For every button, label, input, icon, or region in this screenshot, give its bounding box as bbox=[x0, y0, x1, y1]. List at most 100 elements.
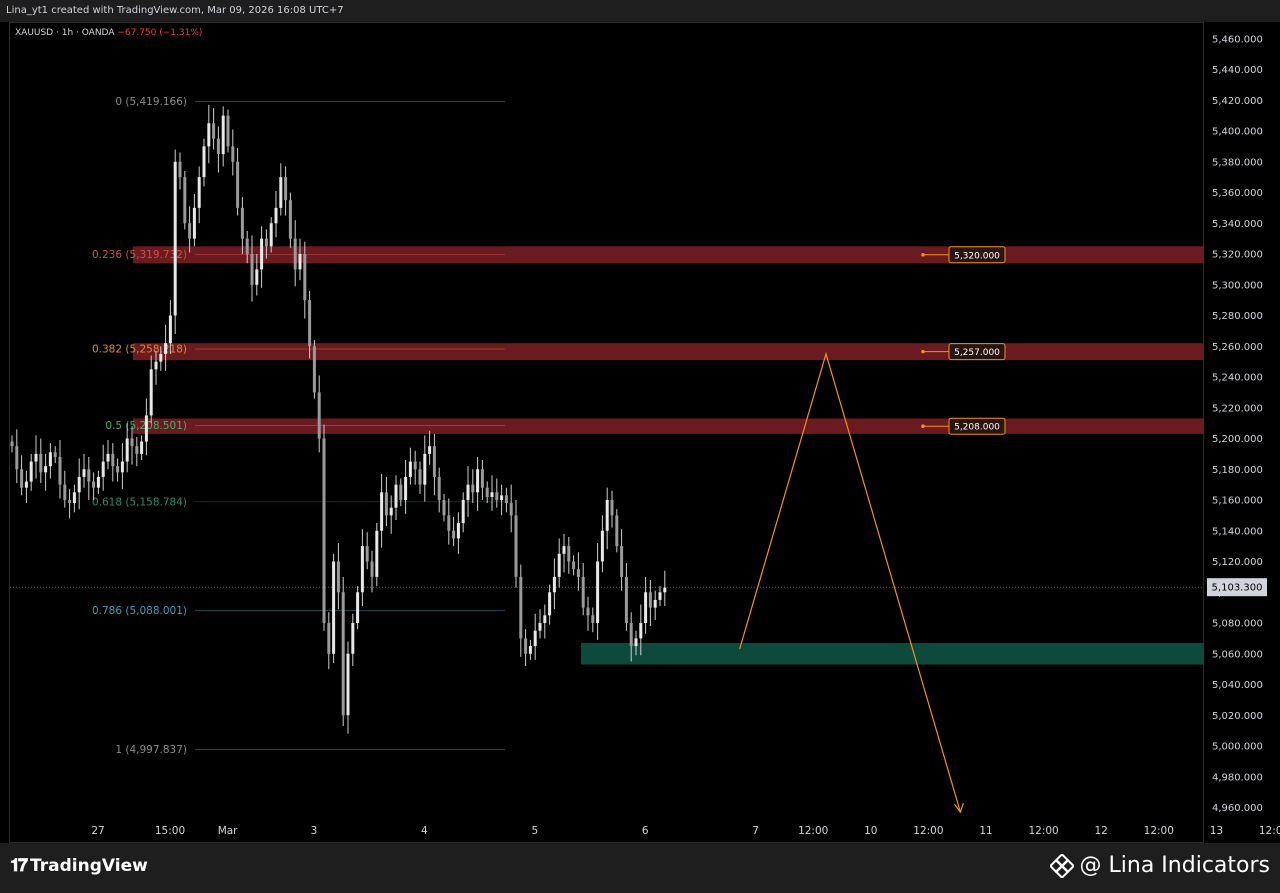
candle-body[interactable] bbox=[351, 623, 355, 654]
candle-body[interactable] bbox=[476, 469, 480, 493]
candle-body[interactable] bbox=[437, 476, 441, 500]
candle-body[interactable] bbox=[96, 476, 100, 488]
candle-body[interactable] bbox=[298, 254, 302, 270]
candle-body[interactable] bbox=[192, 207, 196, 239]
candle-body[interactable] bbox=[216, 138, 220, 155]
candlestick-chart[interactable]: 5,320.000 5,257.000 5,208.000 0 (5,419.166… bbox=[0, 0, 1280, 843]
candle-body[interactable] bbox=[471, 484, 475, 493]
candle-body[interactable] bbox=[58, 456, 62, 485]
candle-body[interactable] bbox=[116, 466, 120, 473]
candle-body[interactable] bbox=[111, 453, 115, 467]
candle-body[interactable] bbox=[77, 476, 81, 493]
tradingview-logo[interactable]: 𝟏𝟕 TradingView bbox=[10, 855, 148, 876]
candle-body[interactable] bbox=[500, 495, 504, 500]
candle-body[interactable] bbox=[240, 207, 244, 239]
candle-body[interactable] bbox=[447, 515, 451, 531]
candle-body[interactable] bbox=[600, 530, 604, 562]
candle-body[interactable] bbox=[639, 623, 643, 639]
candle-body[interactable] bbox=[260, 238, 264, 270]
candle-body[interactable] bbox=[432, 446, 436, 477]
candle-body[interactable] bbox=[456, 523, 460, 539]
candle-body[interactable] bbox=[480, 469, 484, 488]
candle-body[interactable] bbox=[144, 415, 148, 442]
candle-body[interactable] bbox=[34, 453, 38, 462]
candle-body[interactable] bbox=[308, 300, 312, 347]
candle-body[interactable] bbox=[332, 561, 336, 654]
candle-body[interactable] bbox=[303, 254, 307, 301]
candle-body[interactable] bbox=[461, 500, 465, 524]
candle-body[interactable] bbox=[317, 392, 321, 439]
candle-body[interactable] bbox=[524, 638, 528, 654]
candle-body[interactable] bbox=[576, 569, 580, 577]
candle-body[interactable] bbox=[120, 461, 124, 473]
candle-body[interactable] bbox=[15, 446, 19, 470]
candle-body[interactable] bbox=[44, 466, 48, 473]
candle-body[interactable] bbox=[130, 438, 134, 447]
candle-body[interactable] bbox=[24, 481, 28, 488]
candle-body[interactable] bbox=[562, 546, 566, 554]
candle-body[interactable] bbox=[567, 546, 571, 562]
candle-body[interactable] bbox=[495, 492, 499, 500]
candle-body[interactable] bbox=[572, 561, 576, 570]
resistance-zone[interactable] bbox=[133, 418, 1204, 434]
candle-body[interactable] bbox=[384, 492, 388, 516]
candle-body[interactable] bbox=[346, 653, 350, 716]
candle-body[interactable] bbox=[173, 161, 177, 316]
candle-body[interactable] bbox=[543, 615, 547, 623]
resistance-zone[interactable] bbox=[133, 246, 1204, 264]
candle-body[interactable] bbox=[29, 461, 33, 482]
candle-body[interactable] bbox=[197, 177, 201, 208]
candle-body[interactable] bbox=[274, 207, 278, 224]
candle-body[interactable] bbox=[399, 484, 403, 500]
candle-body[interactable] bbox=[288, 200, 292, 239]
candle-body[interactable] bbox=[20, 469, 24, 488]
candle-body[interactable] bbox=[658, 592, 662, 600]
candle-body[interactable] bbox=[557, 553, 561, 577]
candle-body[interactable] bbox=[360, 546, 364, 593]
candle-body[interactable] bbox=[48, 452, 52, 467]
candle-body[interactable] bbox=[106, 453, 110, 462]
candle-body[interactable] bbox=[394, 484, 398, 508]
candle-body[interactable] bbox=[663, 587, 667, 593]
candle-body[interactable] bbox=[365, 546, 369, 562]
candle-body[interactable] bbox=[644, 592, 648, 623]
candle-body[interactable] bbox=[63, 484, 67, 500]
candle-body[interactable] bbox=[519, 576, 523, 639]
candle-body[interactable] bbox=[293, 238, 297, 270]
support-zone[interactable] bbox=[581, 642, 1204, 665]
candle-body[interactable] bbox=[548, 592, 552, 616]
candle-body[interactable] bbox=[164, 343, 168, 354]
candle-body[interactable] bbox=[140, 441, 144, 454]
candle-body[interactable] bbox=[509, 503, 513, 516]
candle-body[interactable] bbox=[605, 500, 609, 531]
candle-body[interactable] bbox=[72, 492, 76, 504]
candle-body[interactable] bbox=[490, 492, 494, 497]
candle-body[interactable] bbox=[236, 161, 240, 208]
candle-body[interactable] bbox=[202, 146, 206, 178]
candle-body[interactable] bbox=[514, 515, 518, 577]
candle-body[interactable] bbox=[629, 623, 633, 647]
candle-body[interactable] bbox=[375, 530, 379, 577]
candle-body[interactable] bbox=[221, 115, 225, 155]
candle-body[interactable] bbox=[322, 438, 326, 624]
candle-body[interactable] bbox=[226, 115, 230, 147]
candle-body[interactable] bbox=[634, 638, 638, 647]
candle-body[interactable] bbox=[341, 592, 345, 716]
resistance-zone[interactable] bbox=[133, 343, 1204, 361]
candle-body[interactable] bbox=[485, 487, 489, 497]
candle-body[interactable] bbox=[552, 576, 556, 593]
candle-body[interactable] bbox=[452, 530, 456, 539]
candle-body[interactable] bbox=[428, 446, 432, 454]
candle-body[interactable] bbox=[504, 495, 508, 504]
candle-body[interactable] bbox=[380, 492, 384, 531]
candle-body[interactable] bbox=[533, 630, 537, 647]
candle-body[interactable] bbox=[615, 515, 619, 547]
candle-body[interactable] bbox=[135, 446, 139, 454]
candle-body[interactable] bbox=[586, 607, 590, 616]
candle-body[interactable] bbox=[87, 469, 91, 482]
symbol-info[interactable]: XAUUSD · 1h · OANDA −67.750 (−1.31%) bbox=[15, 28, 202, 38]
candle-body[interactable] bbox=[207, 123, 211, 147]
candle-body[interactable] bbox=[53, 452, 57, 457]
candle-body[interactable] bbox=[389, 507, 393, 516]
candle-body[interactable] bbox=[231, 146, 235, 162]
